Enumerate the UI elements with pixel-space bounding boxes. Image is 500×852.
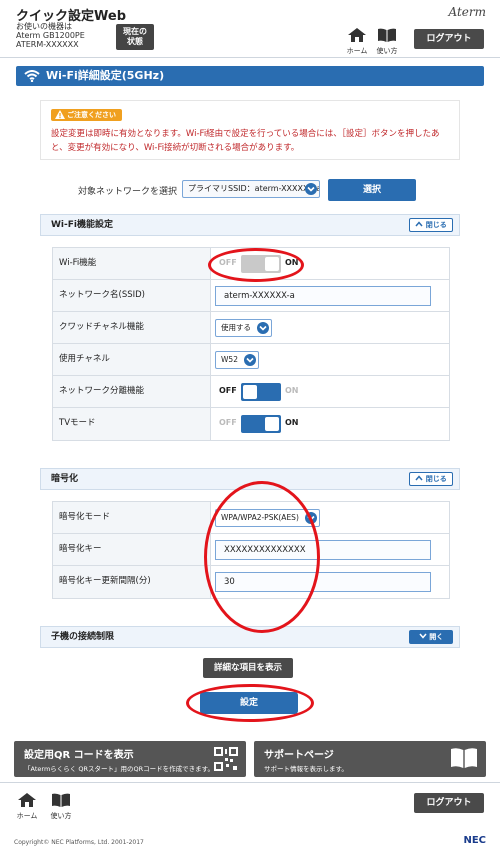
notice-badge: ご注意ください	[51, 109, 122, 121]
encryption-section-collapse-button[interactable]: 閉じる	[409, 472, 453, 486]
ssid-input[interactable]: aterm-XXXXXX-a	[215, 286, 431, 306]
table-row: 暗号化キー XXXXXXXXXXXXXX	[53, 534, 449, 566]
aterm-logo: Aterm	[448, 5, 487, 19]
wifi-icon	[24, 70, 40, 82]
support-banner[interactable]: サポートページ サポート情報を表示します。	[254, 741, 486, 777]
header: クイック設定Web お使いの機器は Aterm GB1200PE ATERM-X…	[0, 0, 500, 58]
encryption-mode-select[interactable]: WPA/WPA2-PSK(AES)	[215, 509, 320, 527]
encryption-key-label: 暗号化キー	[53, 534, 211, 565]
quad-channel-select[interactable]: 使用する	[215, 319, 272, 337]
page-title: Wi-Fi詳細設定(5GHz)	[46, 69, 165, 82]
notice-text: 設定変更は即時に有効となります。Wi-Fi経由で設定を行っている場合には、［設定…	[51, 129, 440, 153]
channel-label: 使用チャネル	[53, 344, 211, 375]
footer-logout-button[interactable]: ログアウト	[414, 793, 484, 813]
page-title-bar: Wi-Fi詳細設定(5GHz)	[16, 66, 484, 86]
book-icon	[52, 793, 70, 807]
qr-banner-title: 設定用QR コードを表示	[24, 750, 134, 761]
notice-box: ご注意ください 設定変更は即時に有効となります。Wi-Fi経由で設定を行っている…	[40, 100, 460, 160]
support-banner-title: サポートページ	[264, 750, 334, 761]
help-label: 使い方	[376, 47, 398, 55]
footer-help-link[interactable]: 使い方	[50, 793, 72, 821]
network-separation-label: ネットワーク分離機能	[53, 376, 211, 407]
chevron-down-icon	[243, 354, 256, 366]
key-interval-input[interactable]: 30	[215, 572, 431, 592]
quad-channel-label: クワッドチャネル機能	[53, 312, 211, 343]
chevron-down-icon	[257, 322, 269, 334]
select-network-button[interactable]: 選択	[328, 179, 416, 201]
warning-icon	[55, 110, 65, 119]
channel-select[interactable]: W52	[215, 351, 259, 369]
footer-help-label: 使い方	[50, 812, 72, 820]
network-select-label: 対象ネットワークを選択	[78, 187, 178, 197]
device-model: Aterm GB1200PE	[16, 31, 85, 40]
wifi-section-collapse-button[interactable]: 閉じる	[409, 218, 453, 232]
table-row: ネットワーク名(SSID) aterm-XXXXXX-a	[53, 280, 449, 312]
network-select[interactable]: プライマリSSID：aterm-XXXXXX-a	[182, 180, 320, 198]
ssid-label: ネットワーク名(SSID)	[53, 280, 211, 311]
logout-button[interactable]: ログアウト	[414, 29, 484, 49]
current-status-button[interactable]: 現在の状態	[116, 24, 154, 50]
book-icon	[451, 748, 477, 768]
help-link[interactable]: 使い方	[376, 28, 398, 56]
client-section-header: 子機の接続制限 開く	[40, 626, 460, 648]
support-banner-subtitle: サポート情報を表示します。	[264, 765, 348, 773]
show-details-button[interactable]: 詳細な項目を表示	[203, 658, 293, 678]
encryption-section-header: 暗号化 閉じる	[40, 468, 460, 490]
table-row: TVモード OFF ON	[53, 408, 449, 440]
wifi-section-header: Wi-Fi機能設定 閉じる	[40, 214, 460, 236]
qr-banner-subtitle: 「Atermらくらく QRスタート」用のQRコードを作成できます。	[24, 765, 214, 773]
table-row: Wi-Fi機能 OFF ON	[53, 248, 449, 280]
home-label: ホーム	[346, 47, 368, 55]
chevron-up-icon	[415, 475, 423, 481]
wifi-section-title: Wi-Fi機能設定	[51, 220, 113, 230]
footer-home-label: ホーム	[16, 812, 38, 820]
book-icon	[378, 28, 396, 42]
home-link[interactable]: ホーム	[346, 28, 368, 56]
footer: ホーム 使い方 ログアウト Copyright© NEC Platforms, …	[0, 782, 500, 852]
chevron-down-icon	[305, 183, 317, 195]
client-section-expand-button[interactable]: 開く	[409, 630, 453, 644]
qr-code-icon	[214, 747, 238, 771]
home-icon	[348, 28, 366, 42]
copyright: Copyright© NEC Platforms, Ltd. 2001-2017	[14, 839, 144, 846]
tv-mode-label: TVモード	[53, 408, 211, 440]
table-row: 使用チャネル W52	[53, 344, 449, 376]
chevron-down-icon	[419, 633, 427, 639]
table-row: ネットワーク分離機能 OFF ON	[53, 376, 449, 408]
wifi-function-label: Wi-Fi機能	[53, 248, 211, 279]
footer-home-link[interactable]: ホーム	[16, 793, 38, 821]
encryption-settings-table: 暗号化モード WPA/WPA2-PSK(AES) 暗号化キー XXXXXXXXX…	[52, 501, 450, 599]
nec-logo: NEC	[463, 835, 486, 846]
encryption-mode-label: 暗号化モード	[53, 502, 211, 533]
submit-button[interactable]: 設定	[200, 692, 298, 714]
wifi-settings-table: Wi-Fi機能 OFF ON ネットワーク名(SSID) aterm-XXXXX…	[52, 247, 450, 441]
home-icon	[18, 793, 36, 807]
encryption-key-input[interactable]: XXXXXXXXXXXXXX	[215, 540, 431, 560]
chevron-down-icon	[304, 512, 317, 524]
device-id: ATERM-XXXXXX	[16, 40, 79, 49]
table-row: 暗号化キー更新間隔(分) 30	[53, 566, 449, 598]
table-row: 暗号化モード WPA/WPA2-PSK(AES)	[53, 502, 449, 534]
key-interval-label: 暗号化キー更新間隔(分)	[53, 566, 211, 598]
chevron-up-icon	[415, 221, 423, 227]
table-row: クワッドチャネル機能 使用する	[53, 312, 449, 344]
encryption-section-title: 暗号化	[51, 474, 79, 484]
client-section-title: 子機の接続制限	[51, 632, 115, 642]
qr-code-banner[interactable]: 設定用QR コードを表示 「Atermらくらく QRスタート」用のQRコードを作…	[14, 741, 246, 777]
device-label: お使いの機器は	[16, 22, 72, 31]
